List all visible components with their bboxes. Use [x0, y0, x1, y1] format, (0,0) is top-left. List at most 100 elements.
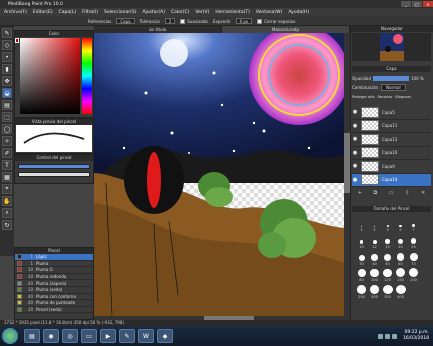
brush-item[interactable]: 40 Pluma con contorno — [15, 293, 93, 301]
menu-herramienta[interactable]: Herramienta(T) — [215, 10, 250, 15]
tab-sin-titulo[interactable]: sin titulo — [94, 26, 222, 33]
bucket-tool-icon[interactable]: ◒ — [2, 88, 12, 98]
clip-checkbox[interactable]: Recortar — [378, 95, 393, 99]
browser-icon[interactable]: ◉ — [43, 329, 59, 343]
tab-mascara[interactable]: Mascara.mdp — [222, 26, 350, 33]
brush-size-option[interactable]: 40 — [368, 252, 381, 266]
system-tray[interactable] — [378, 333, 399, 339]
protect-alpha-checkbox[interactable]: Proteger alfa — [352, 95, 375, 99]
layer-item[interactable]: ● Capa11 — [352, 120, 431, 133]
layer-item[interactable]: ● Capa14 — [352, 173, 431, 187]
close-gaps-checkbox[interactable] — [257, 18, 263, 24]
eye-icon[interactable]: ● — [352, 109, 358, 115]
eye-icon[interactable]: ● — [352, 136, 358, 142]
menu-color[interactable]: Color(C) — [171, 10, 189, 15]
duplicate-layer-icon[interactable]: ⧉ — [374, 190, 378, 198]
brush-item[interactable]: 1 Lápiz — [15, 254, 93, 261]
brush-size-option[interactable]: 3 — [381, 218, 394, 232]
medibang-icon[interactable]: ✎ — [119, 329, 135, 343]
artwork-canvas[interactable] — [94, 33, 344, 316]
close-button[interactable]: ✕ — [423, 1, 433, 7]
antialias-checkbox[interactable] — [180, 18, 186, 24]
divide-tool-icon[interactable]: ▦ — [2, 172, 12, 182]
minimize-button[interactable]: _ — [401, 1, 411, 7]
pen-tool-icon[interactable]: ✎ — [2, 28, 12, 38]
menu-ventana[interactable]: Ventana(W) — [256, 10, 282, 15]
start-button[interactable] — [2, 328, 18, 344]
opacity-slider[interactable] — [372, 76, 409, 81]
hand-tool-icon[interactable]: ✋ — [2, 196, 12, 206]
brush-item[interactable]: 40 Pluma (áspera) — [15, 280, 93, 287]
brush-size-option[interactable]: 400 — [394, 285, 407, 299]
menu-capa[interactable]: Capa(L) — [59, 10, 77, 15]
move-tool-icon[interactable]: ✥ — [2, 76, 12, 86]
brush-item[interactable]: 10 Pluma G — [15, 267, 93, 274]
brush-item[interactable]: 1 Pluma — [15, 260, 93, 268]
menu-editar[interactable]: Editar(E) — [33, 10, 53, 15]
app-icon[interactable]: ◆ — [157, 329, 173, 343]
brush-width-slider[interactable] — [18, 164, 90, 169]
brush-size-option[interactable]: 12 — [368, 235, 381, 249]
reference-select[interactable]: Capa — [116, 18, 135, 24]
brush-size-option[interactable]: 100 — [368, 268, 381, 282]
menu-ver[interactable]: Ver(V) — [195, 10, 209, 15]
taskbar-clock[interactable]: 09:22 p.m. 16/03/2018 — [403, 330, 429, 342]
brush-size-option[interactable]: 150 — [394, 268, 407, 282]
hue-slider[interactable] — [82, 38, 92, 114]
word-icon[interactable]: W — [138, 329, 154, 343]
select-tool-icon[interactable]: ⬚ — [2, 112, 12, 122]
eye-icon[interactable]: ● — [352, 150, 358, 156]
brush-size-option[interactable]: 350 — [381, 285, 394, 299]
layer-item[interactable]: ● Capa5 — [352, 106, 431, 120]
menu-ayuda[interactable]: Ayuda(H) — [288, 10, 309, 15]
layer-item[interactable]: ● Capa9 — [352, 160, 431, 174]
brush-item[interactable]: 40 Pluma de punteado — [15, 300, 93, 307]
brush-size-option[interactable]: 50 — [381, 252, 394, 266]
brush-size-option[interactable]: 80 — [355, 268, 368, 282]
color-saturation-field[interactable] — [20, 38, 80, 114]
brush-size-option[interactable]: 5 — [394, 218, 407, 232]
select-pen-icon[interactable]: ✐ — [2, 148, 12, 158]
menu-seleccionar[interactable]: Seleccionar(S) — [104, 10, 136, 15]
brush-size-option[interactable]: 300 — [368, 285, 381, 299]
delete-layer-icon[interactable]: ✕ — [421, 190, 425, 198]
brush-size-option[interactable]: 30 — [355, 252, 368, 266]
brush-size-option[interactable]: 120 — [381, 268, 394, 282]
blend-mode-select[interactable]: Normal — [381, 84, 406, 91]
menu-filtro[interactable]: Filtro(I) — [82, 10, 98, 15]
primary-color-swatch[interactable] — [15, 38, 19, 43]
brush-size-option[interactable]: 200 — [407, 268, 420, 282]
brush-size-option[interactable]: 250 — [355, 285, 368, 299]
magic-wand-icon[interactable]: ✧ — [2, 136, 12, 146]
lock-checkbox[interactable]: Bloquear — [395, 95, 411, 99]
folder-icon[interactable]: ▭ — [389, 190, 394, 198]
eye-icon[interactable]: ● — [352, 123, 358, 129]
lasso-tool-icon[interactable]: ◯ — [2, 124, 12, 134]
eraser-tool-icon[interactable]: ◇ — [2, 40, 12, 50]
eyedropper-icon[interactable]: ⌖ — [2, 184, 12, 194]
brush-size-option[interactable]: 25 — [407, 235, 420, 249]
maximize-button[interactable]: □ — [412, 1, 422, 7]
rotate-tool-icon[interactable]: ↻ — [2, 220, 12, 230]
brush-size-option[interactable]: 60 — [394, 252, 407, 266]
folder-icon[interactable]: ▭ — [81, 329, 97, 343]
navigator-preview[interactable] — [352, 33, 431, 61]
brush-size-option[interactable]: 20 — [394, 235, 407, 249]
menu-archivo[interactable]: Archivo(F) — [4, 10, 27, 15]
tolerance-input[interactable]: 2 — [164, 18, 176, 24]
brush-size-option[interactable]: 2 — [368, 218, 381, 232]
menu-ajustar[interactable]: Ajustar(A) — [142, 10, 165, 15]
gradient-tool-icon[interactable]: ▤ — [2, 100, 12, 110]
eye-icon[interactable]: ● — [352, 177, 358, 183]
brush-size-option[interactable]: 70 — [407, 252, 420, 266]
text-tool-icon[interactable]: T — [2, 160, 12, 170]
brush-size-option[interactable]: 10 — [355, 235, 368, 249]
brush-size-option[interactable]: 7 — [407, 218, 420, 232]
brush-item[interactable]: 10 Pincel (seda) — [15, 307, 93, 314]
chrome-icon[interactable]: ◎ — [62, 329, 78, 343]
layer-item[interactable]: ● Capa13 — [352, 133, 431, 147]
explorer-icon[interactable]: ▤ — [24, 329, 40, 343]
zoom-tool-icon[interactable]: ⌕ — [2, 208, 12, 218]
dot-tool-icon[interactable]: • — [2, 52, 12, 62]
brush-size-option[interactable]: 1 — [355, 218, 368, 232]
